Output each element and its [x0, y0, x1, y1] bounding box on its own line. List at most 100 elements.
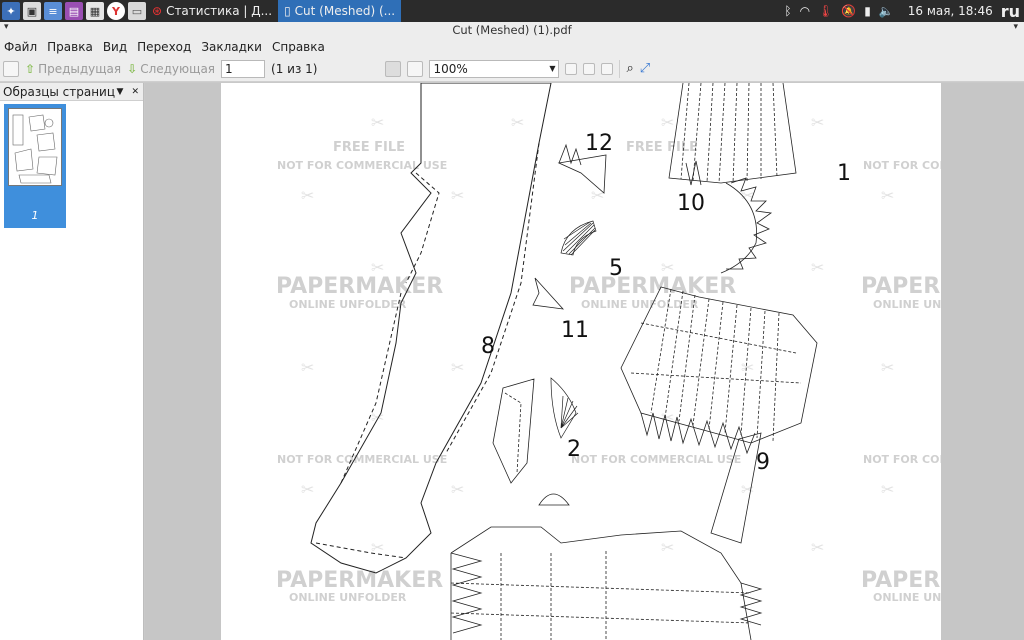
battery-icon[interactable]: ▮ [864, 4, 871, 18]
part-2-outline [550, 377, 579, 439]
watermark-free: FREE FILE [626, 140, 698, 155]
notifications-muted-icon[interactable]: 🔕 [841, 4, 856, 18]
calculator-icon[interactable]: ▦ [86, 2, 104, 20]
svg-text:✂: ✂ [741, 358, 754, 377]
svg-text:✂: ✂ [451, 358, 464, 377]
window-title: Cut (Meshed) (1).pdf [452, 23, 572, 37]
menu-go[interactable]: Переход [137, 40, 191, 54]
menu-edit[interactable]: Правка [47, 40, 93, 54]
svg-text:✂: ✂ [451, 186, 464, 205]
watermark-sub: ONLINE UNFOLDER [289, 591, 407, 604]
text-editor-icon[interactable]: ≡ [44, 2, 62, 20]
system-tray: ᛒ ◠ 🌡 🔕 ▮ 🔈 16 мая, 18:46 ru [784, 2, 1024, 21]
bluetooth-icon[interactable]: ᛒ [784, 4, 791, 18]
menu-bar: Файл Правка Вид Переход Закладки Справка [0, 38, 1024, 56]
watermark-notfor: NOT FOR COMMERCIAL USE [277, 453, 447, 466]
menu-launcher-icon[interactable]: ✦ [2, 2, 20, 20]
watermark-notfor: NOT FOR COMMERCIAL USE [571, 453, 741, 466]
zoom-select[interactable]: 100% ▼ [429, 59, 560, 78]
chevron-down-icon: ▼ [549, 64, 556, 73]
file-manager-icon[interactable]: ▭ [128, 2, 146, 20]
next-page-label: Следующая [140, 61, 216, 76]
taskbar-item-pdf-viewer[interactable]: ▯ Cut (Meshed) (... [278, 0, 402, 22]
toolbar-separator [619, 59, 621, 78]
window-menu-icon[interactable]: ▾ [4, 22, 9, 32]
volume-muted-icon[interactable]: 🔈 [879, 4, 894, 18]
sidebar-dropdown-icon[interactable]: ▼ [117, 87, 124, 97]
part-bottom-net [450, 526, 763, 640]
menu-view[interactable]: Вид [103, 40, 127, 54]
keyboard-layout-indicator[interactable]: ru [1001, 2, 1020, 21]
svg-text:✂: ✂ [371, 258, 384, 277]
page-thumbnail-image [8, 108, 62, 186]
arrow-down-icon: ⇩ [127, 61, 138, 76]
document-icon: ▯ [284, 4, 291, 18]
taskbar-item-label: Cut (Meshed) (... [294, 4, 396, 18]
temperature-icon[interactable]: 🌡 [818, 4, 833, 18]
pdf-page: PAPERMAKER ONLINE UNFOLDER PAPERMAKER ON… [221, 83, 941, 640]
close-sidebar-icon[interactable]: ✕ [131, 87, 139, 97]
clock[interactable]: 16 мая, 18:46 [908, 4, 993, 18]
top-panel: ✦ ▣ ≡ ▤ ▦ Y ▭ ⊛ Статистика | Д... ▯ Cut … [0, 0, 1024, 22]
zoom-out-button[interactable] [565, 62, 578, 75]
part-label-12: 12 [585, 131, 613, 156]
wifi-icon[interactable]: ◠ [800, 4, 810, 18]
search-icon[interactable]: ⌕ [626, 61, 633, 76]
menu-bookmarks[interactable]: Закладки [201, 40, 262, 54]
previous-page-button[interactable]: ⇧ Предыдущая [25, 62, 121, 76]
page-thumbnail-selected[interactable]: 1 [4, 104, 66, 228]
toggle-sidebar-button[interactable] [3, 60, 19, 77]
watermark-brand: PAPERMAKER [569, 274, 736, 299]
part-label-8: 8 [481, 334, 495, 359]
watermark-sub: ONLINE UNFOLDER [289, 298, 407, 311]
thumbnails-sidebar: Образцы страниц ▼ ✕ 1 [0, 83, 144, 640]
dual-page-view-button[interactable] [407, 60, 424, 77]
window-titlebar: ▾ Cut (Meshed) (1).pdf ▾ [0, 22, 1024, 38]
window-options-icon[interactable]: ▾ [1013, 22, 1018, 32]
watermark-notfor: NOT FOR COMMERCIAL USE [277, 159, 447, 172]
menu-help[interactable]: Справка [272, 40, 325, 54]
svg-text:✂: ✂ [661, 258, 674, 277]
part-label-1: 1 [837, 161, 851, 186]
watermark-sub: ONLINE UNFOLDER [873, 591, 941, 604]
svg-text:✂: ✂ [661, 538, 674, 557]
previous-page-label: Предыдущая [38, 61, 122, 76]
svg-text:✂: ✂ [371, 538, 384, 557]
svg-text:✂: ✂ [371, 113, 384, 132]
screenshot-app-icon[interactable]: ▣ [23, 2, 41, 20]
page-number-input[interactable]: 1 [221, 59, 266, 78]
sidebar-header: Образцы страниц ▼ ✕ [0, 83, 143, 101]
watermark-brand: PAPERMAKER [276, 568, 443, 593]
part-label-11: 11 [561, 318, 589, 343]
part-small-quad [492, 378, 535, 484]
svg-text:✂: ✂ [741, 480, 754, 499]
svg-text:✂: ✂ [511, 113, 524, 132]
zoom-fit-button[interactable] [583, 62, 596, 75]
fullscreen-icon[interactable]: ⤢ [640, 61, 650, 76]
svg-text:✂: ✂ [301, 358, 314, 377]
watermark-sub: ONLINE UNFOLDER [873, 298, 941, 311]
zoom-in-button[interactable] [601, 62, 614, 75]
zoom-value: 100% [433, 61, 468, 76]
taskbar-item-browser[interactable]: ⊛ Статистика | Д... [146, 0, 278, 22]
part-8-outline [310, 83, 552, 574]
svg-text:✂: ✂ [811, 113, 824, 132]
launcher: ✦ ▣ ≡ ▤ ▦ Y ▭ [0, 2, 146, 20]
watermark-brand: PAPERMAKER [861, 274, 941, 299]
part-label-10: 10 [677, 191, 705, 216]
arrow-up-icon: ⇧ [25, 61, 36, 76]
menu-file[interactable]: Файл [4, 40, 37, 54]
svg-text:✂: ✂ [301, 186, 314, 205]
page-thumbnail-label: 1 [31, 209, 39, 222]
svg-text:✂: ✂ [661, 113, 674, 132]
single-page-view-button[interactable] [385, 60, 402, 77]
sidebar-title: Образцы страниц [3, 84, 116, 99]
watermark-brand: PAPERMAKER [276, 274, 443, 299]
media-app-icon[interactable]: ▤ [65, 2, 83, 20]
part-11-outline [532, 277, 565, 310]
next-page-button[interactable]: ⇩ Следующая [127, 62, 215, 76]
page-count: (1 из 1) [271, 61, 318, 76]
yandex-browser-icon[interactable]: Y [107, 2, 125, 20]
document-view[interactable]: PAPERMAKER ONLINE UNFOLDER PAPERMAKER ON… [145, 83, 1024, 640]
svg-text:✂: ✂ [881, 358, 894, 377]
